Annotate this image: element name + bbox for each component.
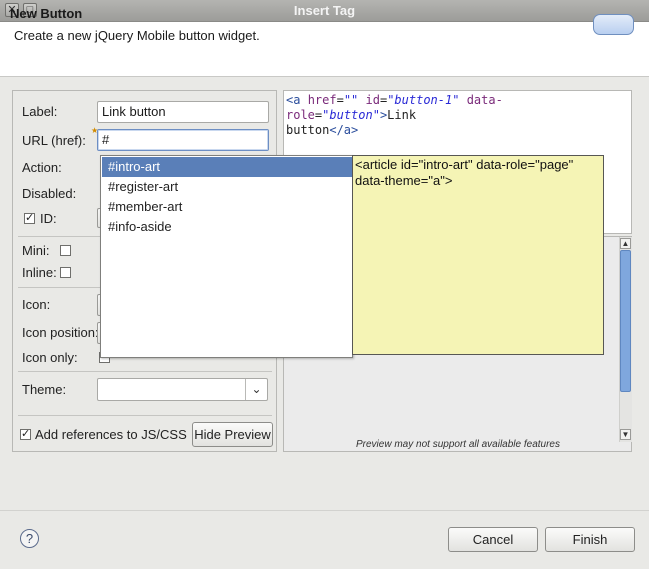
autocomplete-item[interactable]: #register-art (102, 177, 352, 197)
autocomplete-item[interactable]: #intro-art (102, 157, 352, 177)
code-token: "button-1" (387, 93, 460, 107)
autocomplete-tooltip: <article id="intro-art" data-role="page"… (352, 155, 604, 355)
theme-label: Theme: (22, 382, 67, 397)
finish-button[interactable]: Finish (545, 527, 635, 552)
preview-note: Preview may not support all available fe… (356, 439, 560, 450)
autocomplete-item[interactable]: #member-art (102, 197, 352, 217)
code-token: button (286, 123, 330, 137)
separator (18, 371, 272, 372)
code-token: Link (387, 108, 417, 122)
separator (18, 415, 272, 416)
chevron-down-icon: ⌄ (245, 379, 267, 400)
hide-preview-button[interactable]: Hide Preview (192, 422, 273, 447)
code-line: button</a> (286, 123, 629, 138)
autocomplete-popup: #intro-art #register-art #member-art #info-… (100, 155, 353, 358)
add-references-checkbox[interactable] (20, 427, 31, 440)
autocomplete-item[interactable]: #info-aside (102, 217, 352, 237)
icon-position-label: Icon position: (22, 325, 99, 340)
code-token: "" (343, 93, 359, 107)
code-token: <a (286, 93, 308, 107)
dialog-description: Create a new jQuery Mobile button widget… (14, 28, 260, 43)
id-label: ID: (40, 211, 57, 226)
footer-separator (0, 510, 649, 511)
code-token: "button" (322, 108, 380, 122)
cancel-button[interactable]: Cancel (448, 527, 538, 552)
inline-label: Inline: (22, 265, 57, 280)
scrollbar-thumb[interactable] (620, 250, 631, 392)
code-token: = (336, 93, 344, 107)
dialog-title: New Button (10, 6, 83, 21)
label-field-label: Label: (22, 104, 58, 119)
icon-only-label: Icon only: (22, 350, 78, 365)
id-checkbox[interactable] (24, 211, 35, 224)
label-input[interactable]: Link button (97, 101, 269, 123)
add-references-label: Add references to JS/CSS (35, 427, 187, 442)
theme-select[interactable]: ⌄ (97, 378, 268, 401)
window-title: Insert Tag (293, 3, 356, 18)
inline-checkbox[interactable] (60, 267, 71, 278)
icon-label: Icon: (22, 297, 51, 312)
mini-label: Mini: (22, 243, 50, 258)
help-icon[interactable]: ? (20, 529, 39, 548)
action-label: Action: (22, 160, 62, 175)
code-token: </a> (329, 123, 359, 137)
code-line: <a href="" id="button-1" data-role="butt… (286, 93, 629, 123)
code-token: href (307, 93, 337, 107)
scroll-up-icon[interactable]: ▲ (620, 238, 631, 249)
mini-checkbox[interactable] (60, 245, 71, 256)
url-field-label: URL (href): (22, 133, 86, 148)
disabled-label: Disabled: (22, 186, 77, 201)
url-input[interactable]: # (97, 129, 269, 151)
button-widget-icon (593, 14, 634, 35)
code-token: id (365, 93, 380, 107)
